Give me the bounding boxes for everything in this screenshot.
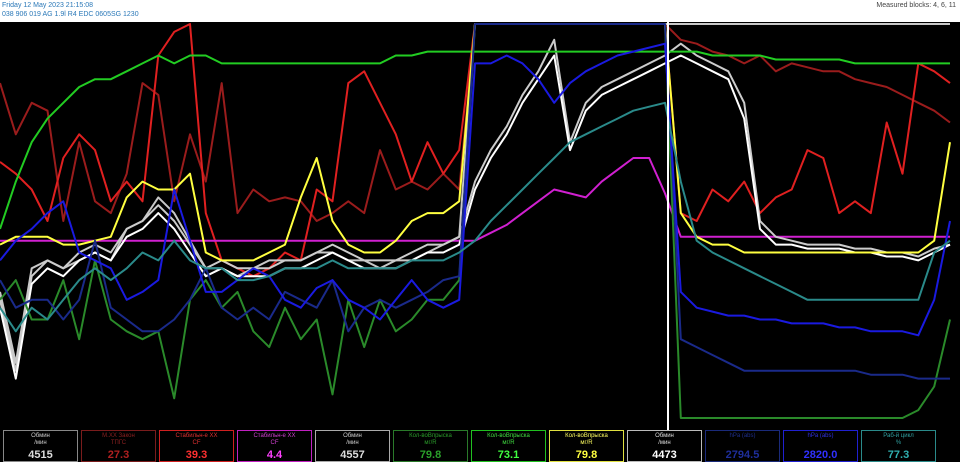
value-panel[interactable]: hPa (abs) 2820.0 bbox=[783, 430, 858, 462]
panel-value: 27.3 bbox=[107, 449, 130, 461]
panel-name: Кол-воВпрыска bbox=[409, 433, 452, 439]
value-panel[interactable]: Стабильн-е ХХ CF 39.3 bbox=[159, 430, 234, 462]
info-bar: Friday 12 May 2023 21:15:08 038 906 019 … bbox=[0, 0, 960, 22]
panel-name: Обмин bbox=[343, 433, 362, 439]
panel-name: Кол-воВпрыска bbox=[487, 433, 530, 439]
panel-value: 4515 bbox=[28, 449, 53, 461]
panel-unit: CF bbox=[192, 440, 201, 446]
panel-unit: /мин bbox=[658, 440, 671, 446]
panel-unit: % bbox=[895, 440, 902, 446]
value-panel[interactable]: Кол-воВпрыска мг/R 79.8 bbox=[549, 430, 624, 462]
panel-value: 2820.0 bbox=[803, 449, 838, 461]
panel-value: 77.3 bbox=[887, 449, 910, 461]
line-chart bbox=[0, 22, 951, 430]
panel-name: Стабильн-е ХХ bbox=[253, 433, 296, 439]
panel-name: Стабильн-е ХХ bbox=[175, 433, 218, 439]
panel-unit: CF bbox=[270, 440, 279, 446]
value-panel[interactable]: М.ХХ Закон ТПГС 27.3 bbox=[81, 430, 156, 462]
panel-value: 4557 bbox=[340, 449, 365, 461]
panel-value: 4473 bbox=[652, 449, 677, 461]
panel-unit bbox=[706, 440, 779, 447]
panel-name: Кол-воВпрыска bbox=[565, 433, 608, 439]
value-panel[interactable]: Стабильн-е ХХ CF 4.4 bbox=[237, 430, 312, 462]
panel-unit: мг/R bbox=[424, 440, 437, 446]
panel-value: 2794.5 bbox=[725, 449, 760, 461]
panel-unit: мг/R bbox=[580, 440, 593, 446]
value-panel[interactable]: Кол-воВпрыска мг/R 73.1 bbox=[471, 430, 546, 462]
date-time-label: Friday 12 May 2023 21:15:08 bbox=[2, 2, 94, 9]
series-line-12 bbox=[0, 101, 951, 333]
series-line-2 bbox=[0, 23, 951, 278]
value-panel[interactable]: Обмин/мин 4557 bbox=[315, 430, 390, 462]
value-panel[interactable]: Обмин/мин 4473 bbox=[627, 430, 702, 462]
panel-name: Обмин bbox=[31, 433, 50, 439]
value-panel[interactable]: Раб-й цикл% 77.3 bbox=[861, 430, 936, 462]
panel-unit: /мин bbox=[346, 440, 359, 446]
value-panel[interactable]: Кол-воВпрыска мг/R 79.8 bbox=[393, 430, 468, 462]
panel-unit: мг/R bbox=[502, 440, 515, 446]
panel-value: 4.4 bbox=[266, 449, 283, 461]
ecu-id-label: 038 906 019 AG 1.9l R4 EDC 0605SG 1230 bbox=[2, 11, 139, 18]
panel-value: 79.8 bbox=[575, 449, 598, 461]
panel-unit: ТПГС bbox=[110, 440, 127, 446]
panel-name: Раб-й цикл bbox=[883, 433, 914, 439]
panel-value: 79.8 bbox=[419, 449, 442, 461]
value-panel[interactable]: Обмин/мин 4515 bbox=[3, 430, 78, 462]
series-line-5 bbox=[0, 38, 951, 372]
panel-value: 73.1 bbox=[497, 449, 520, 461]
panel-value: 39.3 bbox=[185, 449, 208, 461]
panel-name: hPa (abs) bbox=[807, 433, 834, 439]
panel-name: hPa (abs) bbox=[729, 433, 756, 439]
panel-unit bbox=[784, 440, 857, 447]
value-panel[interactable]: hPa (abs) 2794.5 bbox=[705, 430, 780, 462]
panel-name: М.ХХ Закон bbox=[102, 433, 135, 439]
measured-blocks-label: Measured blocks: 4, 6, 11 bbox=[876, 2, 956, 9]
panel-name: Обмин bbox=[655, 433, 674, 439]
panel-unit: /мин bbox=[34, 440, 47, 446]
